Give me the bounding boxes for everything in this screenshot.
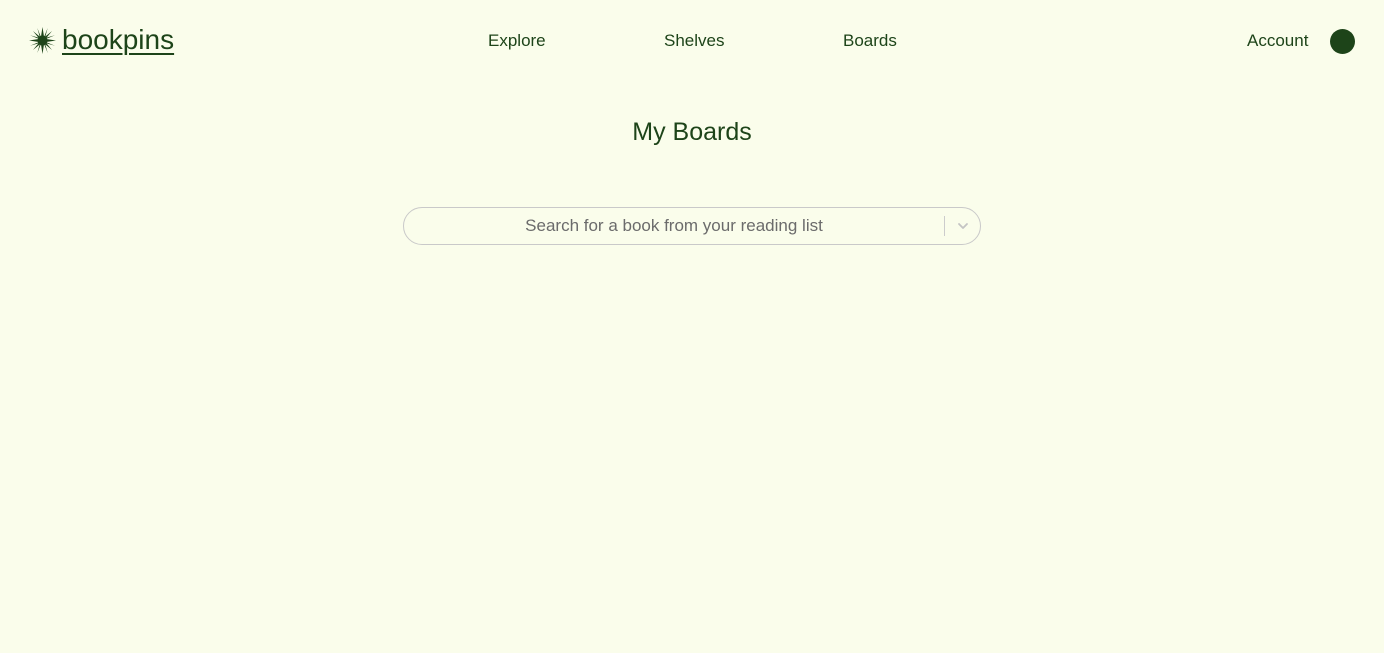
book-search-select[interactable] [403,207,981,245]
book-search-input[interactable] [404,208,944,244]
top-navigation-bar: bookpins Explore Shelves Boards Account [0,0,1384,82]
dropdown-toggle-button[interactable] [945,208,980,244]
chevron-down-icon [957,223,968,229]
nav-account-link[interactable]: Account [1247,31,1308,51]
user-avatar[interactable] [1330,29,1355,54]
nav-boards-link[interactable]: Boards [843,31,897,51]
page-title: My Boards [632,118,752,146]
brand-home-link[interactable]: bookpins [29,22,174,58]
starburst-icon [29,26,56,54]
nav-shelves-link[interactable]: Shelves [664,31,724,51]
nav-explore-link[interactable]: Explore [488,31,546,51]
page: bookpins Explore Shelves Boards Account … [0,0,1384,653]
brand-name: bookpins [62,24,175,55]
